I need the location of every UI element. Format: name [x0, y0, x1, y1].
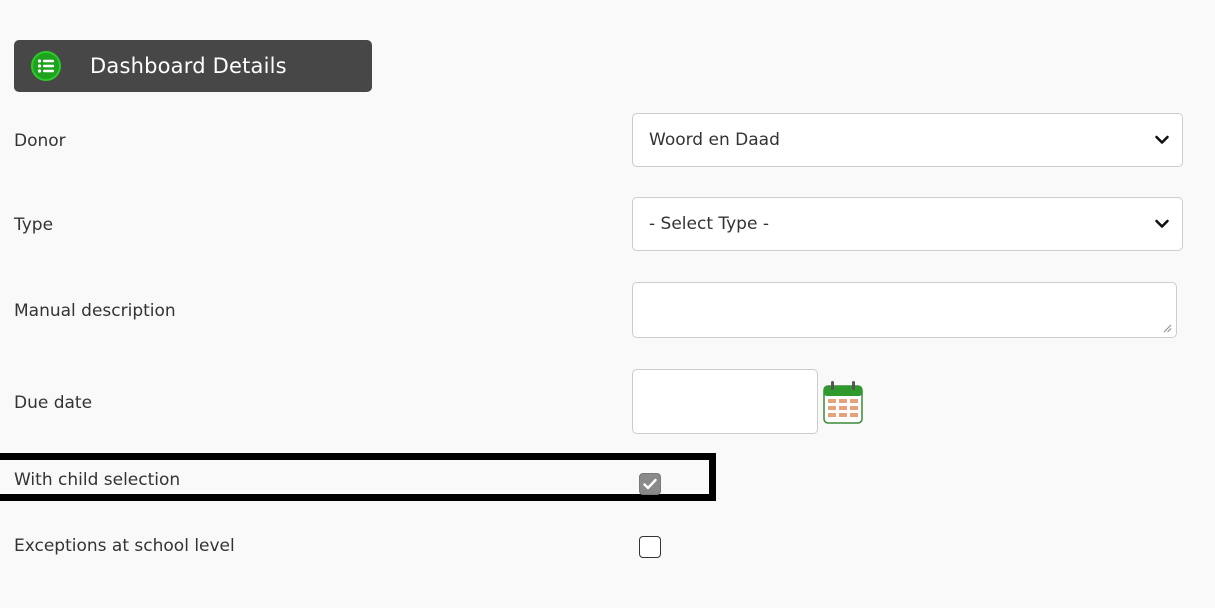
due-date-input[interactable]	[632, 369, 818, 434]
chevron-down-icon	[1155, 135, 1169, 144]
donor-label: Donor	[14, 131, 66, 151]
manual-description-textarea[interactable]	[632, 282, 1177, 338]
chevron-down-icon	[1155, 219, 1169, 228]
donor-select-value: Woord en Daad	[649, 130, 780, 150]
with-child-selection-label: With child selection	[14, 470, 181, 490]
due-date-label: Due date	[14, 393, 93, 413]
exceptions-at-school-level-checkbox[interactable]	[639, 536, 661, 558]
dashboard-details-page: Dashboard Details Donor Woord en Daad Ty…	[0, 0, 1215, 608]
type-select[interactable]: - Select Type -	[632, 197, 1183, 251]
manual-description-label: Manual description	[14, 301, 176, 321]
donor-select[interactable]: Woord en Daad	[632, 113, 1183, 167]
type-label: Type	[14, 215, 54, 235]
section-title: Dashboard Details	[90, 54, 287, 78]
type-select-value: - Select Type -	[649, 214, 769, 234]
exceptions-at-school-level-label: Exceptions at school level	[14, 536, 235, 556]
section-header: Dashboard Details	[14, 40, 372, 92]
list-icon	[31, 51, 61, 81]
with-child-selection-checkbox[interactable]	[639, 473, 661, 495]
resize-grip-icon[interactable]	[1162, 323, 1172, 333]
checkmark-icon	[643, 478, 657, 490]
calendar-icon[interactable]	[823, 380, 863, 424]
